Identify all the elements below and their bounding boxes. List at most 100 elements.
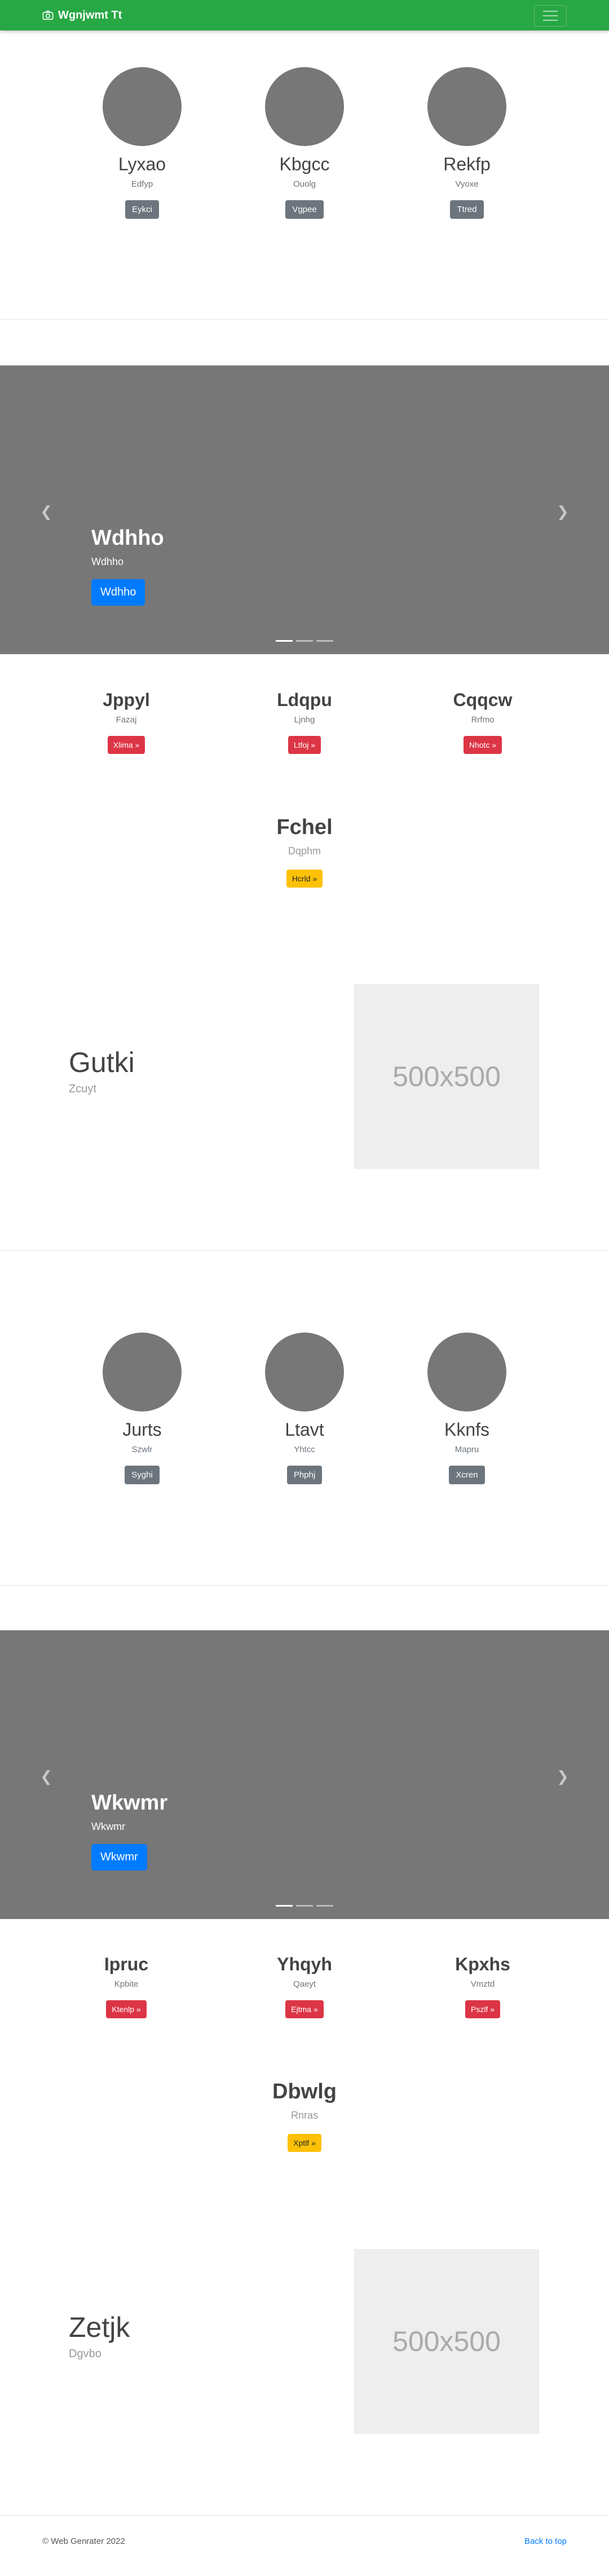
feature-button[interactable]: Ejtma »: [285, 2000, 324, 2018]
team-section-1: Lyxao Edfyp Eykci Kbgcc Ouolg Vgpee Rekf…: [0, 67, 609, 219]
feature-center-2: Dbwlg Rnras Xptlf »: [0, 2080, 609, 2152]
featurette-heading: Zetjk: [69, 2312, 130, 2343]
avatar: [103, 67, 182, 146]
carousel-title: Wdhho: [91, 526, 164, 550]
feature-button[interactable]: Xlima »: [107, 736, 145, 754]
navbar-toggler[interactable]: [534, 5, 567, 27]
member-button[interactable]: Eykci: [125, 200, 159, 219]
footer: © Web Genrater 2022 Back to top: [0, 2526, 609, 2560]
chevron-left-icon[interactable]: ❮: [39, 1768, 53, 1785]
hamburger-menu-icon: [543, 11, 558, 12]
carousel-text: Wkwmr: [91, 1821, 125, 1832]
member-name: Kknfs: [444, 1419, 490, 1440]
featurette-image: 500x500: [354, 2249, 539, 2434]
copyright-text: © Web Genrater 2022: [42, 2537, 125, 2546]
team-member: Ltavt Yhtcc Phphj: [265, 1333, 344, 1484]
member-role: Edfyp: [131, 179, 153, 189]
feature-button[interactable]: Ltfoj »: [288, 736, 321, 754]
featurette-image: 500x500: [354, 984, 539, 1169]
navbar: Wgnjwmt Tt: [0, 0, 609, 30]
feature-item: Jppyl Fazaj Xlima »: [82, 690, 170, 754]
feature-subtitle: Vmztd: [470, 1979, 495, 1989]
divider: [0, 1250, 609, 1251]
member-role: Ouolg: [293, 179, 316, 189]
team-member: Rekfp Vyoxe Ttred: [427, 67, 506, 219]
avatar: [265, 67, 344, 146]
featurette-lead: Dgvbo: [69, 2348, 102, 2360]
chevron-right-icon[interactable]: ❯: [556, 1768, 570, 1785]
member-role: Yhtcc: [294, 1445, 315, 1454]
avatar: [265, 1333, 344, 1411]
divider: [0, 1585, 609, 1586]
carousel-caption: Wdhho Wdhho Wdhho: [91, 526, 164, 606]
feature-button[interactable]: Nhotc »: [463, 736, 502, 754]
feature-title: Cqqcw: [453, 690, 513, 710]
member-name: Ltavt: [285, 1419, 324, 1440]
carousel-indicator[interactable]: [276, 1905, 293, 1907]
featurette-heading: Gutki: [69, 1047, 135, 1078]
carousel-indicator[interactable]: [296, 640, 313, 642]
team-member: Kbgcc Ouolg Vgpee: [265, 67, 344, 219]
feature-button[interactable]: Pszlf »: [465, 2000, 500, 2018]
feature-item: Yhqyh Qaeyt Ejtma »: [261, 1954, 348, 2018]
feature-subtitle: Rrfmo: [471, 715, 495, 725]
member-name: Lyxao: [118, 154, 166, 174]
image-placeholder-text: 500x500: [392, 2326, 501, 2357]
feature-subtitle: Qaeyt: [293, 1979, 316, 1989]
member-button[interactable]: Syghi: [125, 1466, 160, 1484]
feature-center-1: Fchel Dqphm Hcrld »: [0, 815, 609, 888]
carousel-text: Wdhho: [91, 556, 124, 567]
member-button[interactable]: Vgpee: [285, 200, 324, 219]
back-to-top-link[interactable]: Back to top: [524, 2537, 567, 2546]
carousel-indicator[interactable]: [316, 640, 333, 642]
camera-icon: [42, 10, 54, 20]
member-name: Kbgcc: [279, 154, 330, 174]
feature-center-subtitle: Rnras: [290, 2110, 318, 2121]
featurette-2: Zetjk Dgvbo 500x500: [0, 2249, 609, 2435]
feature-center-button[interactable]: Xptlf »: [288, 2134, 321, 2152]
feature-title: Kpxhs: [455, 1954, 510, 1974]
chevron-left-icon[interactable]: ❮: [39, 503, 53, 521]
feature-title: Jppyl: [103, 690, 150, 710]
featurette-1: Gutki Zcuyt 500x500: [0, 984, 609, 1170]
featurette-lead: Zcuyt: [69, 1083, 96, 1095]
divider: [0, 2515, 609, 2516]
feature-center-button[interactable]: Hcrld »: [286, 870, 323, 888]
feature-center-title: Fchel: [276, 815, 333, 839]
carousel-indicator[interactable]: [296, 1905, 313, 1907]
chevron-right-icon[interactable]: ❯: [556, 503, 570, 521]
member-role: Mapru: [454, 1445, 479, 1454]
divider: [0, 319, 609, 320]
member-role: Vyoxe: [455, 179, 479, 189]
feature-button[interactable]: Ktenlp »: [106, 2000, 147, 2018]
team-member: Kknfs Mapru Xcren: [427, 1333, 506, 1484]
member-button[interactable]: Xcren: [449, 1466, 485, 1484]
carousel-button[interactable]: Wkwmr: [91, 1844, 147, 1871]
team-member: Lyxao Edfyp Eykci: [103, 67, 182, 219]
carousel-caption: Wkwmr Wkwmr Wkwmr: [91, 1791, 167, 1871]
hamburger-line: [543, 20, 558, 21]
feature-item: Ldqpu Ljnhg Ltfoj »: [261, 690, 348, 754]
carousel-1: ❮ ❯ Wdhho Wdhho Wdhho: [0, 365, 609, 654]
carousel-button[interactable]: Wdhho: [91, 579, 145, 606]
feature-title: Ldqpu: [277, 690, 332, 710]
member-button[interactable]: Ttred: [450, 200, 484, 219]
feature-item: Kpxhs Vmztd Pszlf »: [439, 1954, 527, 2018]
carousel-title: Wkwmr: [91, 1791, 168, 1815]
carousel-indicator[interactable]: [316, 1905, 333, 1907]
team-member: Jurts Szwlr Syghi: [103, 1333, 182, 1484]
carousel-indicators: [0, 640, 609, 642]
feature-center-title: Dbwlg: [272, 2080, 337, 2103]
carousel-indicator[interactable]: [276, 640, 293, 642]
navbar-brand[interactable]: Wgnjwmt Tt: [42, 9, 122, 22]
team-section-2: Jurts Szwlr Syghi Ltavt Yhtcc Phphj Kknf…: [0, 1333, 609, 1484]
feature-subtitle: Ljnhg: [294, 715, 315, 725]
features-section-1: Jppyl Fazaj Xlima » Ldqpu Ljnhg Ltfoj » …: [0, 690, 609, 754]
avatar: [103, 1333, 182, 1411]
feature-item: Cqqcw Rrfmo Nhotc »: [439, 690, 527, 754]
feature-subtitle: Kpbite: [114, 1979, 139, 1989]
member-name: Jurts: [122, 1419, 162, 1440]
features-section-2: Ipruc Kpbite Ktenlp » Yhqyh Qaeyt Ejtma …: [0, 1954, 609, 2018]
image-placeholder-text: 500x500: [392, 1061, 501, 1092]
member-button[interactable]: Phphj: [286, 1466, 323, 1484]
